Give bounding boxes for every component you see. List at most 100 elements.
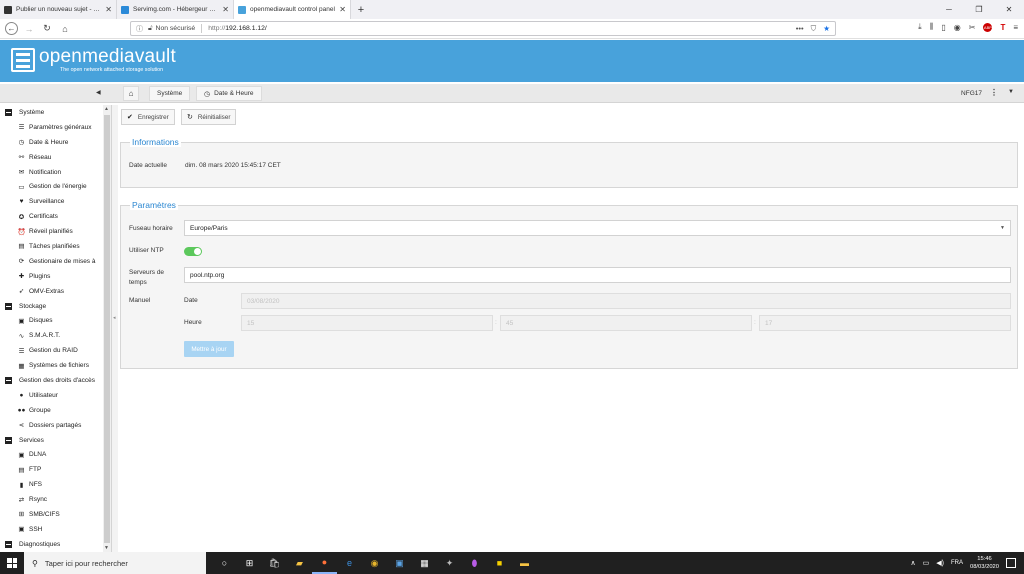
sidebar-group[interactable]: Gestion des droits d'accès xyxy=(0,373,111,388)
sidebar-item[interactable]: ◷ Date & Heure xyxy=(0,135,111,150)
sidebar-item[interactable]: ⟳ Gestionaire de mises à xyxy=(0,254,111,269)
taskbar-clock[interactable]: 15:46 08/03/2020 xyxy=(970,555,999,571)
sidebar-item[interactable]: ✪ Certificats xyxy=(0,209,111,224)
sidebar-group[interactable]: Stockage xyxy=(0,299,111,314)
taskbar-search-input[interactable]: ⚲ Taper ici pour rechercher xyxy=(24,552,206,574)
sidebar-item[interactable]: ▭ Gestion de l'énergie xyxy=(0,179,111,194)
sidebar-splitter[interactable]: ◂ xyxy=(112,105,118,552)
folder-icon[interactable]: ▬ xyxy=(512,552,537,574)
minute-input[interactable]: 45 xyxy=(500,315,752,331)
sidebar-item[interactable]: ▮ NFS xyxy=(0,477,111,492)
extension-t-icon[interactable]: T xyxy=(1000,23,1005,32)
windows-start-icon[interactable] xyxy=(0,552,24,574)
collapse-sidebar-icon[interactable]: ◀ xyxy=(96,89,101,96)
sidebar-item[interactable]: ✉ Notification xyxy=(0,165,111,180)
notifications-icon[interactable] xyxy=(1006,558,1016,568)
chevron-up-icon[interactable]: ∧ xyxy=(911,559,916,567)
sidebar-item[interactable]: ⚯ Réseau xyxy=(0,150,111,165)
account-icon[interactable]: ◉ xyxy=(954,23,961,32)
sidebar-item[interactable]: ▣ DLNA xyxy=(0,447,111,462)
minimize-icon[interactable]: ─ xyxy=(934,5,964,14)
date-input[interactable]: 03/08/2020 xyxy=(241,293,1011,309)
chrome-icon[interactable]: ◉ xyxy=(362,552,387,574)
screenshot-icon[interactable]: ✂ xyxy=(969,23,976,32)
sidebar-item[interactable]: ●● Groupe xyxy=(0,403,111,418)
sidebar-group[interactable]: Diagnostiques xyxy=(0,537,111,552)
splitter-handle-icon[interactable]: ◂ xyxy=(113,315,116,321)
sidebar-group[interactable]: Services xyxy=(0,433,111,448)
close-icon[interactable]: ✕ xyxy=(222,5,229,14)
sidebar-item[interactable]: ♥ Surveillance xyxy=(0,194,111,209)
update-time-button[interactable]: Mettre à jour xyxy=(184,341,234,357)
language-indicator[interactable]: FRA xyxy=(951,560,963,566)
url-text[interactable]: http://192.168.1.12/ xyxy=(208,25,267,32)
pocket-icon[interactable]: ⛉ xyxy=(811,24,817,34)
sidebar-item[interactable]: ➶ OMV-Extras xyxy=(0,284,111,299)
collapse-minus-icon[interactable] xyxy=(5,302,12,310)
second-input[interactable]: 17 xyxy=(759,315,1011,331)
bookmark-star-icon[interactable]: ★ xyxy=(823,24,830,33)
sidebar-item[interactable]: ⋖ Dossiers partagés xyxy=(0,418,111,433)
calculator-icon[interactable]: ▦ xyxy=(412,552,437,574)
collapse-minus-icon[interactable] xyxy=(5,376,12,384)
firefox-icon[interactable]: ● xyxy=(312,552,337,574)
collapse-minus-icon[interactable] xyxy=(5,108,12,116)
tab-openmediavault[interactable]: openmediavault control panel ✕ xyxy=(234,0,351,19)
sidebar-item[interactable]: ▦ Systèmes de fichiers xyxy=(0,358,111,373)
breadcrumb-home-icon[interactable]: ⌂ xyxy=(123,86,139,101)
network-icon[interactable]: ▭ xyxy=(923,559,930,567)
hour-input[interactable]: 15 xyxy=(241,315,493,331)
close-icon[interactable]: ✕ xyxy=(105,5,112,14)
sidebar-item[interactable]: ● Utilisateur xyxy=(0,388,111,403)
sticky-notes-icon[interactable]: ■ xyxy=(487,552,512,574)
collapse-minus-icon[interactable] xyxy=(5,436,12,444)
scrollbar-thumb[interactable] xyxy=(104,115,110,543)
sidebar-item[interactable]: ⇄ Rsync xyxy=(0,492,111,507)
forward-arrow-icon[interactable]: → xyxy=(22,22,36,36)
task-view-icon[interactable]: ○ xyxy=(212,552,237,574)
explorer-icon[interactable]: ▰ xyxy=(287,552,312,574)
edge-icon[interactable]: e xyxy=(337,552,362,574)
downloads-icon[interactable]: ⤓ xyxy=(918,22,922,32)
photos-icon[interactable]: ▣ xyxy=(387,552,412,574)
sidebar-item[interactable]: ☰ Gestion du RAID xyxy=(0,343,111,358)
sidebar-item[interactable]: ⊞ SMB/CIFS xyxy=(0,507,111,522)
window-close-icon[interactable]: ✕ xyxy=(994,5,1024,14)
sidebar-item[interactable]: ▣ Disques xyxy=(0,313,111,328)
sidebar-item[interactable]: ☰ Paramètres généraux xyxy=(0,120,111,135)
breadcrumb-date-heure[interactable]: ◷ Date & Heure xyxy=(196,86,262,101)
store-icon[interactable]: 🛍︎ xyxy=(262,552,287,574)
scroll-up-icon[interactable]: ▲ xyxy=(104,106,109,112)
breadcrumb-systeme[interactable]: Système xyxy=(149,86,191,101)
maps-icon[interactable]: ⬮ xyxy=(462,552,487,574)
home-icon[interactable]: ⌂ xyxy=(58,22,72,36)
sidebar-item[interactable]: ▤ FTP xyxy=(0,462,111,477)
sidebar-scrollbar[interactable]: ▲ ▼ xyxy=(103,105,111,552)
sidebar-item[interactable]: ∿ S.M.A.R.T. xyxy=(0,328,111,343)
sidebar-item[interactable]: ▣ SSH xyxy=(0,522,111,537)
more-actions-icon[interactable]: ••• xyxy=(796,24,804,33)
volume-icon[interactable]: ◀) xyxy=(936,559,944,567)
restore-icon[interactable]: ❐ xyxy=(964,5,994,14)
scroll-down-icon[interactable]: ▼ xyxy=(104,545,109,551)
sidebar-item[interactable]: ▤ Tâches planifiées xyxy=(0,239,111,254)
tab-forum[interactable]: Publier un nouveau sujet - Foru ✕ xyxy=(0,0,117,19)
app-icon[interactable]: ✦ xyxy=(437,552,462,574)
chevron-down-icon[interactable]: ▼ xyxy=(1008,89,1014,95)
timezone-select[interactable]: Europe/Paris ▼ xyxy=(184,220,1011,236)
time-servers-input[interactable]: pool.ntp.org xyxy=(184,267,1011,283)
sidebar-item[interactable]: ✚ Plugins xyxy=(0,269,111,284)
save-button[interactable]: ✔ Enregistrer xyxy=(121,109,175,125)
url-bar[interactable]: ⓘ 🔓︎ Non sécurisé http://192.168.1.12/ •… xyxy=(130,21,836,36)
tab-servimg[interactable]: Servimg.com - Hébergeur gratu ✕ xyxy=(117,0,234,19)
reset-button[interactable]: ↻ Réinitialiser xyxy=(181,109,237,125)
sidebar-item[interactable]: ⏰ Réveil planifiés xyxy=(0,224,111,239)
collapse-minus-icon[interactable] xyxy=(5,540,12,548)
close-icon[interactable]: ✕ xyxy=(339,5,346,14)
info-icon[interactable]: ⓘ xyxy=(136,24,143,34)
adblock-icon[interactable]: ABP xyxy=(983,22,993,32)
reload-icon[interactable]: ↻ xyxy=(40,22,54,36)
kebab-menu-icon[interactable]: ⋮ xyxy=(990,88,998,97)
library-icon[interactable]: ⫼ xyxy=(930,22,934,32)
ntp-toggle[interactable] xyxy=(184,247,202,256)
